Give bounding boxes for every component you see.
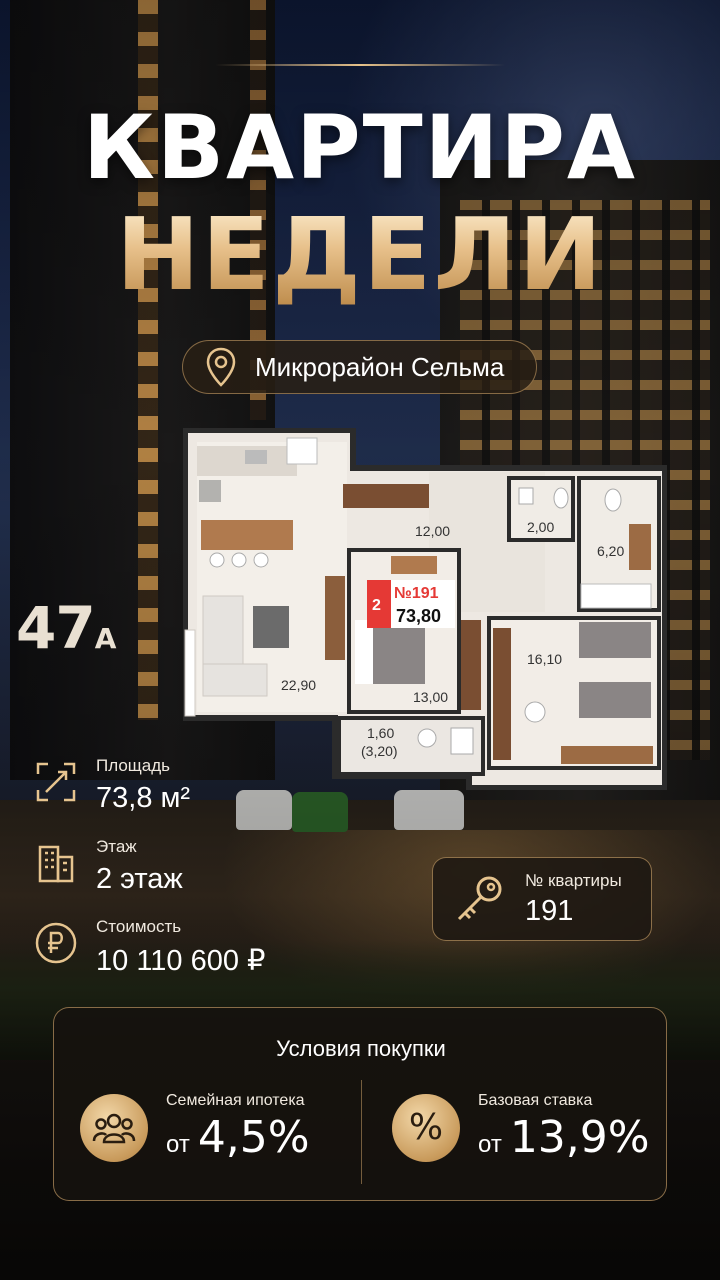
percent-symbol: %: [408, 1107, 444, 1148]
condition-base-label: Базовая ставка: [478, 1092, 593, 1109]
condition-family-prefix: от: [166, 1131, 190, 1158]
apartment-tag-area: 73,80: [396, 606, 441, 626]
key-icon: [457, 876, 502, 921]
title-decoration: [215, 64, 505, 66]
location-badge: Микрорайон Сельма: [182, 340, 537, 394]
apartment-number-value: 191: [525, 894, 574, 927]
condition-base-value: 13,9%: [509, 1112, 650, 1163]
family-icon: [80, 1093, 148, 1162]
condition-family-label: Семейная ипотека: [166, 1092, 305, 1109]
spec-area: Площадь 73,8 м²: [34, 756, 190, 815]
spec-area-label: Площадь: [96, 756, 171, 775]
spec-price: Стоимость 10 110 600 ₽: [34, 917, 266, 978]
room-loggia-area: 1,60: [367, 725, 394, 741]
floor-tag-number: 2: [372, 597, 381, 614]
room-bedroom1-area: 13,00: [413, 689, 448, 705]
spec-floor: Этаж 2 этаж: [34, 837, 183, 896]
location-label: Микрорайон Сельма: [255, 351, 505, 382]
apartment-tag-number: №191: [394, 585, 439, 602]
spec-price-value: 10 110 600 ₽: [96, 945, 266, 977]
purchase-conditions-card: Условия покупки Семейная ипотека от 4,5% …: [53, 1007, 667, 1201]
room-bedroom2-area: 16,10: [527, 651, 562, 667]
building-number: 47А: [16, 594, 117, 662]
conditions-divider: [361, 1080, 362, 1184]
room-bath-area: 6,20: [597, 543, 624, 559]
map-pin-icon: [206, 347, 236, 387]
condition-base-prefix: от: [478, 1131, 502, 1158]
ruble-coin-icon: [35, 922, 77, 964]
percent-icon: %: [392, 1093, 460, 1162]
spec-area-value: 73,8 м²: [96, 782, 191, 814]
building-number-suffix: А: [94, 622, 117, 655]
area-arrows-icon: [36, 762, 76, 802]
building-number-main: 47: [16, 594, 96, 662]
condition-family-value: 4,5%: [197, 1112, 310, 1163]
spec-floor-value: 2 этаж: [96, 863, 183, 895]
condition-base-rate: % Базовая ставка от 13,9%: [392, 1092, 650, 1163]
room-wc-area: 2,00: [527, 519, 554, 535]
condition-family-mortgage: Семейная ипотека от 4,5%: [80, 1092, 310, 1163]
conditions-title: Условия покупки: [276, 1036, 446, 1061]
spec-price-label: Стоимость: [96, 917, 182, 936]
title-line-1: КВАРТИРА: [83, 96, 637, 199]
room-hall-area: 12,00: [415, 523, 450, 539]
room-loggia-full-area: (3,20): [361, 743, 398, 759]
apartment-number-card: № квартиры 191: [432, 857, 652, 941]
room-living-area: 22,90: [281, 677, 316, 693]
spec-floor-label: Этаж: [96, 837, 137, 856]
apartment-number-label: № квартиры: [525, 870, 622, 890]
building-icon: [38, 845, 74, 883]
floor-plan: 12,00 2,00 6,20 22,90 13,00 16,10 1,60 (…: [183, 428, 667, 790]
title-line-2: НЕДЕЛИ: [0, 196, 720, 313]
